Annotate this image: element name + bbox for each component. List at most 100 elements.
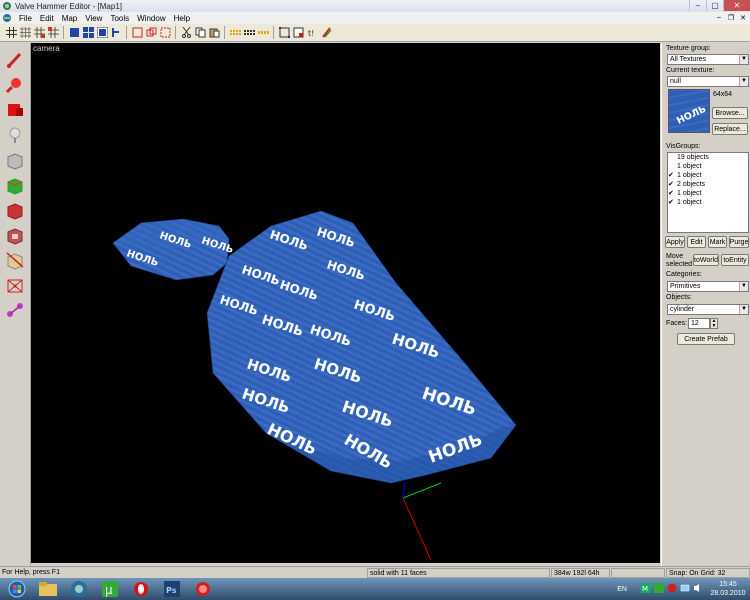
mdi-restore-button[interactable]: ❐ bbox=[726, 13, 736, 22]
menu-help[interactable]: Help bbox=[170, 14, 194, 23]
carve-icon[interactable] bbox=[229, 27, 241, 39]
decal-tool-icon[interactable] bbox=[4, 224, 26, 246]
list-item[interactable]: 19 objects bbox=[668, 153, 748, 162]
mdi-minimize-button[interactable]: – bbox=[714, 13, 724, 22]
load-window-state-icon[interactable] bbox=[68, 27, 80, 39]
apply-current-texture-icon[interactable] bbox=[4, 199, 26, 221]
camera-tool-icon[interactable] bbox=[4, 99, 26, 121]
photoshop-taskbar-icon[interactable]: Ps bbox=[158, 580, 186, 599]
status-snap: Snap: On Grid: 32 bbox=[666, 568, 750, 578]
magnify-tool-icon[interactable] bbox=[4, 74, 26, 96]
list-item[interactable]: ✔ 2 objects bbox=[668, 180, 748, 189]
grid-smaller-icon[interactable] bbox=[33, 27, 45, 39]
faces-spinner[interactable]: ▲ ▼ bbox=[710, 318, 718, 329]
main-toolbar: t! bbox=[0, 24, 750, 42]
language-indicator[interactable]: EN bbox=[617, 586, 627, 593]
tray-network-icon[interactable] bbox=[680, 583, 690, 595]
list-item[interactable]: ✔ 1 object bbox=[668, 189, 748, 198]
tray-m-icon[interactable]: M bbox=[641, 583, 651, 595]
categories-label: Categories: bbox=[666, 271, 702, 278]
faces-input[interactable]: 12 bbox=[688, 318, 710, 329]
hammer-taskbar-icon[interactable] bbox=[65, 580, 93, 599]
clipping-tool-icon[interactable] bbox=[4, 249, 26, 271]
categories-select[interactable]: Primitives ▼ bbox=[667, 281, 749, 292]
utorrent-taskbar-icon[interactable]: µ bbox=[96, 580, 124, 599]
tray-volume-icon[interactable] bbox=[693, 583, 703, 595]
visgroup-icon[interactable] bbox=[159, 27, 171, 39]
create-prefab-button[interactable]: Create Prefab bbox=[677, 333, 735, 345]
origin-axes-icon bbox=[402, 482, 442, 561]
path-tool-icon[interactable] bbox=[4, 299, 26, 321]
status-help-text: For Help, press F1 bbox=[2, 569, 60, 576]
apply-button[interactable]: Apply bbox=[665, 236, 685, 248]
menu-tools[interactable]: Tools bbox=[106, 14, 133, 23]
taskbar: µ Ps EN M 15:45 28.03.2010 bbox=[0, 578, 750, 600]
minimize-button[interactable]: – bbox=[689, 0, 706, 11]
visgroups-list[interactable]: 19 objects 1 object ✔ 1 object ✔ 2 objects… bbox=[667, 152, 749, 233]
tray-utorrent-icon[interactable] bbox=[654, 583, 664, 595]
to-world-button[interactable]: toWorld bbox=[693, 254, 719, 266]
tray-ccleaner-icon[interactable] bbox=[667, 583, 677, 595]
menu-file[interactable]: File bbox=[15, 14, 36, 23]
title-bar: Valve Hammer Editor - [Map1] – ▢ ✕ bbox=[0, 0, 750, 12]
close-button[interactable]: ✕ bbox=[723, 0, 750, 11]
replace-button[interactable]: Replace... bbox=[712, 123, 748, 135]
document-icon[interactable] bbox=[2, 13, 12, 23]
opera-taskbar-icon[interactable] bbox=[127, 580, 155, 599]
texture-lock-icon[interactable] bbox=[292, 27, 304, 39]
hide-objects-icon[interactable] bbox=[131, 27, 143, 39]
list-item[interactable]: ✔ 1 object bbox=[668, 198, 748, 207]
checkmark-icon: ✔ bbox=[668, 172, 674, 179]
visgroups-label: VisGroups: bbox=[666, 143, 701, 150]
window-title: Valve Hammer Editor - [Map1] bbox=[15, 1, 122, 11]
run-map-icon[interactable] bbox=[96, 27, 108, 39]
cylinder-brushes[interactable]: НОЛЬ НОЛЬ НОЛЬ НОЛЬ НОЛЬ НОЛЬ НОЛЬ НОЛЬ … bbox=[31, 43, 660, 563]
menu-bar: File Edit Map View Tools Window Help – ❐… bbox=[0, 12, 750, 24]
objects-select[interactable]: cylinder ▼ bbox=[667, 304, 749, 315]
grid-dots-icon[interactable] bbox=[19, 27, 31, 39]
texture-size: 64x64 bbox=[713, 91, 733, 98]
texture-group-select[interactable]: All Textures ▼ bbox=[667, 54, 749, 65]
browse-button[interactable]: Browse... bbox=[712, 107, 748, 119]
status-size: 384w 192l 64h bbox=[551, 568, 610, 578]
selection-tool-icon[interactable] bbox=[4, 49, 26, 71]
vertex-manipulation-icon[interactable] bbox=[4, 274, 26, 296]
explorer-taskbar-icon[interactable] bbox=[34, 580, 62, 599]
list-item[interactable]: ✔ 1 object bbox=[668, 171, 748, 180]
checkmark-icon: ✔ bbox=[668, 181, 674, 188]
entity-tool-icon[interactable] bbox=[4, 124, 26, 146]
status-bar: For Help, press F1 solid with 11 faces 3… bbox=[0, 566, 750, 578]
to-entity-button[interactable]: toEntity bbox=[721, 254, 749, 266]
paste-icon[interactable] bbox=[208, 27, 220, 39]
grid-larger-icon[interactable] bbox=[47, 27, 59, 39]
current-texture-select[interactable]: null ▼ bbox=[667, 76, 749, 87]
menu-window[interactable]: Window bbox=[133, 14, 169, 23]
camera-viewport[interactable]: camera НОЛЬ НОЛЬ НОЛЬ НОЛЬ НОЛЬ НОЛЬ НОЛ… bbox=[31, 43, 660, 563]
chevron-down-icon: ▼ bbox=[739, 282, 748, 291]
mdi-close-button[interactable]: ✕ bbox=[738, 13, 748, 22]
texture-application-tool-icon[interactable] bbox=[4, 174, 26, 196]
list-item[interactable]: 1 object bbox=[668, 162, 748, 171]
selection-box-icon[interactable] bbox=[278, 27, 290, 39]
menu-map[interactable]: Map bbox=[58, 14, 82, 23]
maximize-button[interactable]: ▢ bbox=[706, 0, 723, 11]
save-window-state-icon[interactable] bbox=[82, 27, 94, 39]
show-objects-icon[interactable] bbox=[145, 27, 157, 39]
ignore-groups-icon[interactable] bbox=[320, 27, 332, 39]
group-icon[interactable] bbox=[257, 27, 269, 39]
toggle-texture-lock-icon[interactable]: t! bbox=[306, 27, 318, 39]
entity-report-icon[interactable] bbox=[110, 27, 122, 39]
menu-edit[interactable]: Edit bbox=[36, 14, 58, 23]
edit-button[interactable]: Edit bbox=[687, 236, 706, 248]
grid-icon[interactable] bbox=[5, 27, 17, 39]
menu-view[interactable]: View bbox=[81, 14, 106, 23]
block-tool-icon[interactable] bbox=[4, 149, 26, 171]
mark-button[interactable]: Mark bbox=[708, 236, 727, 248]
copy-icon[interactable] bbox=[194, 27, 206, 39]
start-button[interactable] bbox=[3, 580, 31, 599]
clock[interactable]: 15:45 28.03.2010 bbox=[706, 580, 750, 598]
ccleaner-taskbar-icon[interactable] bbox=[189, 580, 217, 599]
make-hollow-icon[interactable] bbox=[243, 27, 255, 39]
cut-icon[interactable] bbox=[180, 27, 192, 39]
purge-button[interactable]: Purge bbox=[729, 236, 749, 248]
